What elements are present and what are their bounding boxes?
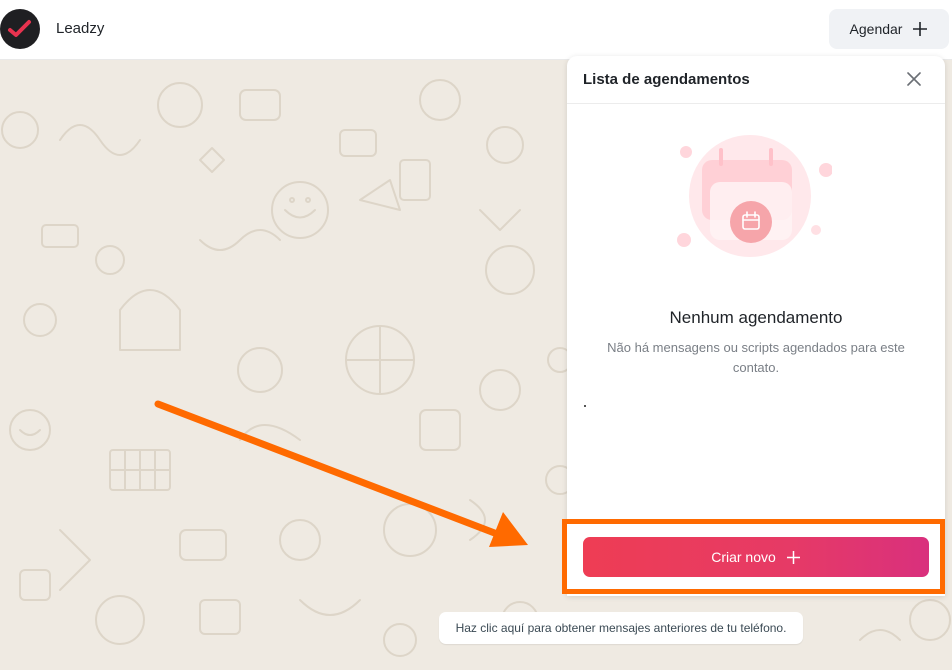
agendar-button[interactable]: Agendar <box>829 9 949 49</box>
schedule-panel: Lista de agendamentos Nenhum agendamento <box>567 56 945 596</box>
check-icon <box>8 20 31 37</box>
load-older-messages[interactable]: Haz clic aquí para obtener mensajes ante… <box>439 612 803 644</box>
close-icon <box>907 72 921 86</box>
empty-state-title: Nenhum agendamento <box>669 308 843 327</box>
brand-name: Leadzy <box>56 20 105 37</box>
plus-icon <box>786 550 800 564</box>
panel-title: Lista de agendamentos <box>583 71 750 88</box>
empty-state-description: Não há mensagens ou scripts agendados pa… <box>607 340 905 375</box>
create-new-label: Criar novo <box>711 549 776 565</box>
stray-mark <box>584 405 586 407</box>
create-new-button[interactable]: Criar novo <box>583 537 929 577</box>
close-button[interactable] <box>905 70 923 88</box>
plus-icon <box>913 22 928 36</box>
panel-header: Lista de agendamentos <box>567 56 945 104</box>
top-bar: Leadzy Agendar <box>0 0 952 60</box>
agendar-label: Agendar <box>849 21 903 37</box>
leadzy-logo[interactable] <box>0 9 40 49</box>
empty-illustration <box>672 134 833 264</box>
